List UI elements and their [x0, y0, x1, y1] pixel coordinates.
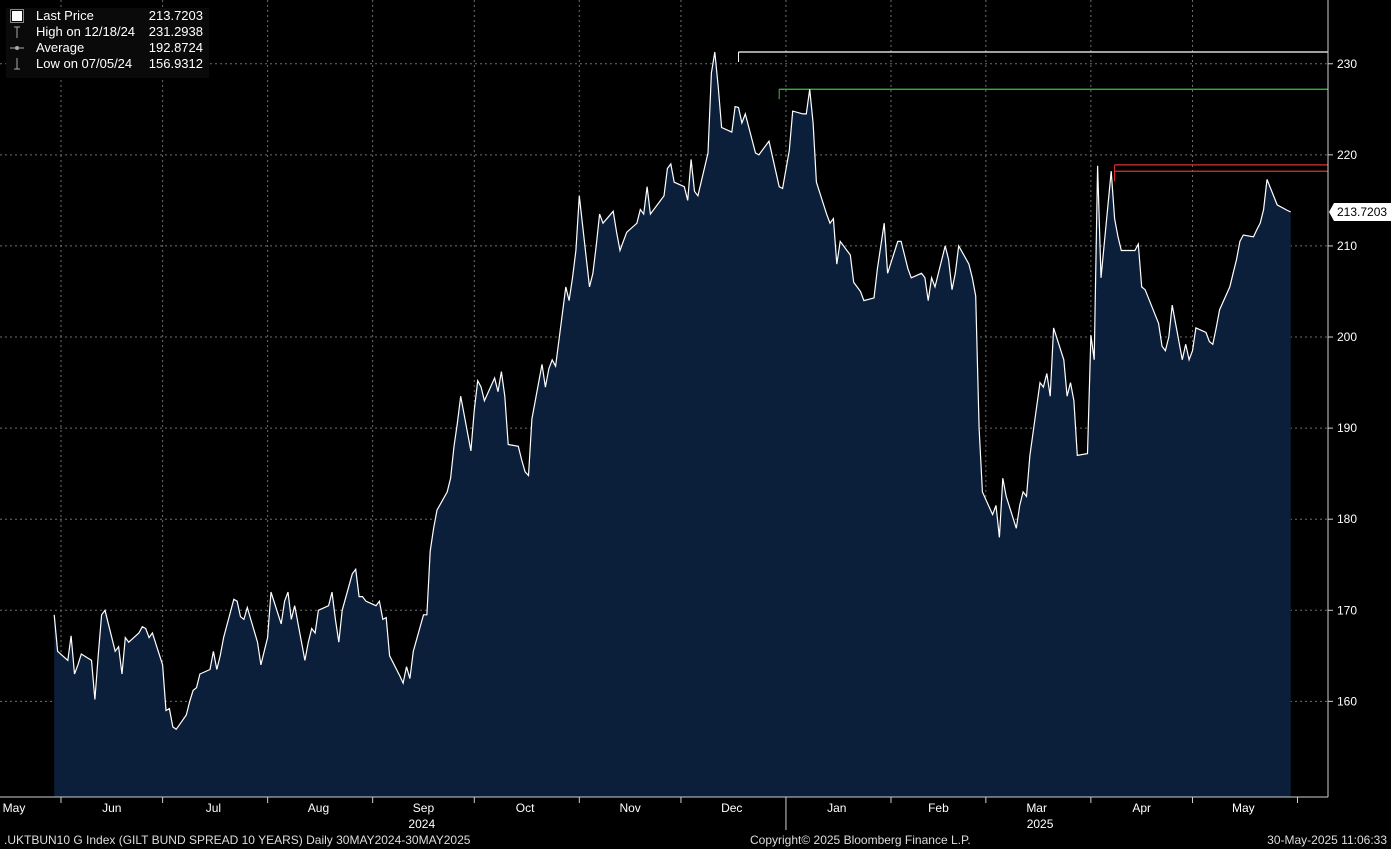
x-axis-tick-labels: May Jun Jul Aug Sep Oct Nov Dec Jan Feb Mar Apr May 2… [3, 801, 1255, 831]
filled-square-icon [10, 9, 24, 23]
average-marker-icon [10, 46, 24, 50]
legend-average-value: 192.8724 [148, 40, 203, 55]
price-area [54, 52, 1291, 797]
x-tick-label: Jun [102, 801, 121, 815]
y-tick-label: 210 [1337, 239, 1357, 253]
x-year-label: 2024 [408, 817, 435, 831]
legend-last-price-label: Last Price [36, 8, 94, 23]
reference-lines [738, 51, 1328, 182]
y-tick-label: 230 [1337, 57, 1357, 71]
footer-security-description: .UKTBUN10 G Index (GILT BUND SPREAD 10 Y… [4, 833, 471, 847]
legend-last-price-value: 213.7203 [148, 8, 203, 23]
x-tick-label: Jan [827, 801, 846, 815]
y-tick-label: 220 [1337, 148, 1357, 162]
x-tick-label: Nov [619, 801, 640, 815]
x-tick-label: Dec [721, 801, 742, 815]
x-tick-label: Sep [413, 801, 435, 815]
y-tick-label: 190 [1337, 421, 1357, 435]
legend-row-last-price: Last Price 213.7203 [6, 8, 209, 24]
legend-low-label: Low on 07/05/24 [36, 56, 133, 71]
y-tick-label: 200 [1337, 330, 1357, 344]
legend-high-label: High on 12/18/24 [36, 24, 136, 39]
x-tick-label: Feb [928, 801, 949, 815]
x-tick-label: Oct [516, 801, 535, 815]
low-marker-icon [14, 58, 20, 70]
y-tick-label: 180 [1337, 512, 1357, 526]
x-tick-label: May [3, 801, 26, 815]
x-tick-label: May [1232, 801, 1255, 815]
legend-low-value: 156.9312 [148, 56, 203, 71]
last-price-tag-label: 213.7203 [1337, 205, 1387, 219]
footer-copyright: Copyright© 2025 Bloomberg Finance L.P. [750, 833, 971, 847]
y-axis-tick-labels: 160 170 180 190 200 210 220 230 [1337, 57, 1357, 709]
legend-row-average: Average 192.8724 [6, 40, 209, 56]
x-tick-label: Jul [206, 801, 221, 815]
y-tick-label: 170 [1337, 603, 1357, 617]
price-chart: 160 170 180 190 200 210 220 230 May Jun Jul Aug Sep… [0, 0, 1391, 831]
legend-row-high: High on 12/18/24 231.2938 [6, 24, 209, 40]
chart-legend: Last Price 213.7203 High on 12/18/24 231… [6, 8, 209, 78]
high-marker-icon [14, 26, 20, 38]
x-tick-label: Mar [1026, 801, 1047, 815]
x-tick-label: Apr [1132, 801, 1151, 815]
footer-timestamp: 30-May-2025 11:06:33 [1267, 833, 1387, 847]
last-price-marker: 213.7203 [1329, 203, 1391, 222]
y-tick-label: 160 [1337, 694, 1357, 708]
legend-average-label: Average [36, 40, 85, 55]
x-year-label: 2025 [1027, 817, 1054, 831]
x-tick-label: Aug [308, 801, 329, 815]
legend-row-low: Low on 07/05/24 156.9312 [6, 56, 209, 72]
legend-high-value: 231.2938 [148, 24, 203, 39]
